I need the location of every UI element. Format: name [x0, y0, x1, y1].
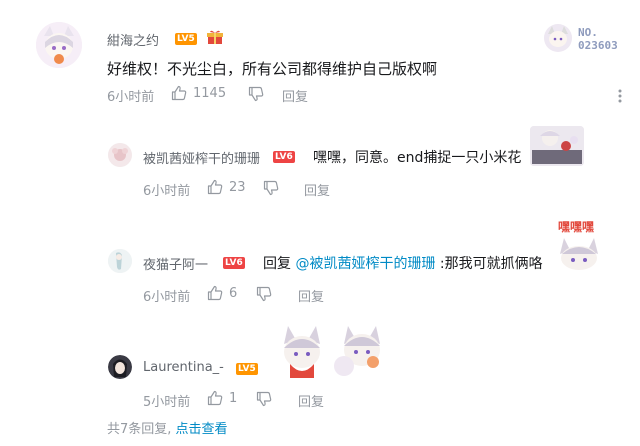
main-like-count: 1145	[193, 86, 227, 101]
reply-1-time: 6小时前	[143, 184, 191, 199]
dislike-icon[interactable]	[256, 391, 272, 407]
like-icon[interactable]	[207, 390, 223, 406]
reply-3-username[interactable]: Laurentina_-	[143, 360, 224, 375]
reply-count-text: 共7条回复,	[107, 422, 172, 437]
reply-1-reply-button[interactable]: 回复	[304, 180, 330, 199]
reply-2-sticker-text: 嘿嘿嘿	[558, 220, 595, 234]
reply-2-mention[interactable]: @被凯茜娅榨干的珊珊	[295, 256, 435, 272]
reply-1-like-count: 23	[229, 180, 246, 195]
reply-2-text: :那我可就抓俩咯	[435, 256, 543, 272]
main-comment-text: 好维权！不光尘白，所有公司都得维护自己版权啊	[107, 60, 438, 78]
reply-1-username[interactable]: 被凯茜娅榨干的珊珊	[143, 148, 260, 167]
reply-1-text: 嘿嘿，同意。end捕捉一只小米花	[313, 150, 522, 166]
fan-badge-label: NO.	[578, 26, 598, 39]
reply-3-like-count: 1	[229, 391, 238, 406]
dislike-icon[interactable]	[248, 86, 264, 102]
main-username[interactable]: 紺海之约	[107, 30, 159, 49]
reply-3-time: 5小时前	[143, 395, 191, 410]
main-reply-button[interactable]: 回复	[282, 86, 308, 105]
reply-2-avatar[interactable]	[108, 249, 132, 273]
reply-2-time: 6小时前	[143, 290, 191, 305]
more-icon[interactable]	[618, 88, 622, 103]
reply-2-prefix: 回复	[263, 256, 291, 272]
dislike-icon[interactable]	[256, 286, 272, 302]
reply-2-sticker: 嘿嘿嘿	[552, 216, 606, 270]
fan-badge-number: 023603	[578, 39, 618, 52]
like-icon[interactable]	[207, 285, 223, 301]
reply-3-sticker	[278, 322, 386, 378]
reply-2-reply-button[interactable]: 回复	[298, 286, 324, 305]
reply-2-username[interactable]: 夜猫子阿一	[143, 254, 208, 273]
reply-2-level-badge: LV6	[223, 257, 245, 269]
fan-badge-avatar	[544, 24, 572, 52]
fan-badge: NO. 023603	[544, 24, 628, 54]
reply-3-reply-button[interactable]: 回复	[298, 391, 324, 410]
reply-3-avatar[interactable]	[108, 355, 132, 379]
dislike-icon[interactable]	[263, 180, 279, 196]
like-icon[interactable]	[207, 179, 223, 195]
main-avatar[interactable]	[36, 22, 82, 68]
like-icon[interactable]	[171, 85, 187, 101]
replies-footer: 共7条回复, 点击查看	[107, 418, 228, 437]
reply-2-text-line: 回复 @被凯茜娅榨干的珊珊 :那我可就抓俩咯	[263, 253, 543, 273]
reply-1-avatar[interactable]	[108, 143, 132, 167]
reply-1-level-badge: LV6	[273, 151, 295, 163]
gift-icon	[206, 29, 224, 45]
view-all-link[interactable]: 点击查看	[176, 422, 228, 437]
reply-2-like-count: 6	[229, 286, 238, 301]
reply-1-sticker	[530, 126, 584, 166]
reply-3-level-badge: LV5	[236, 363, 258, 375]
main-level-badge: LV5	[175, 33, 197, 45]
main-time: 6小时前	[107, 90, 155, 105]
